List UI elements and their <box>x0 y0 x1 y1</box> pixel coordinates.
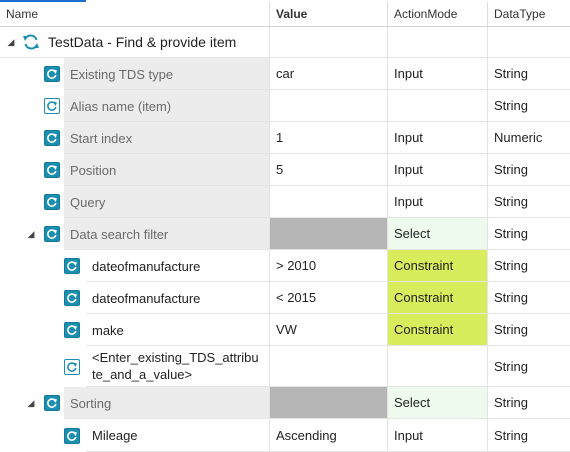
row-name-label: Start index <box>70 130 133 146</box>
row-datatype-cell[interactable]: String <box>488 154 570 186</box>
row-value-cell[interactable]: > 2010 <box>270 250 388 282</box>
row-actionmode-cell[interactable] <box>388 90 488 122</box>
row-actionmode-cell[interactable]: Constraint <box>388 282 488 314</box>
row-value-cell[interactable]: car <box>270 58 388 90</box>
row-datatype-cell[interactable]: String <box>488 419 570 452</box>
root-mode-cell[interactable] <box>388 27 488 58</box>
refresh-icon <box>44 162 60 178</box>
row-actionmode-cell[interactable]: Input <box>388 58 488 90</box>
column-header: Name Value ActionMode DataType <box>0 2 570 27</box>
tree-row[interactable]: Position 5 Input String <box>0 154 570 186</box>
row-actionmode-cell[interactable]: Input <box>388 419 488 452</box>
row-name-label: Sorting <box>70 395 112 411</box>
row-datatype-cell[interactable]: String <box>488 346 570 387</box>
row-name-label: Data search filter <box>70 226 169 242</box>
row-datatype-cell[interactable]: Numeric <box>488 122 570 154</box>
refresh-icon <box>64 358 80 375</box>
tree-row[interactable]: Query Input String <box>0 186 570 218</box>
row-name-label: make <box>92 322 124 338</box>
row-value-cell[interactable]: VW <box>270 314 388 346</box>
row-datatype-cell[interactable]: String <box>488 387 570 419</box>
header-datatype[interactable]: DataType <box>488 2 570 26</box>
row-name-label: Existing TDS type <box>70 66 174 82</box>
refresh-icon <box>44 194 60 210</box>
tree-row-root[interactable]: ◢ TestData - Find & provide item <box>0 27 570 58</box>
row-value-cell[interactable] <box>270 346 388 387</box>
refresh-icon <box>44 226 60 242</box>
row-actionmode-cell[interactable]: Select <box>388 218 488 250</box>
row-value-cell[interactable]: < 2015 <box>270 282 388 314</box>
row-value-cell[interactable]: Ascending <box>270 419 388 452</box>
row-actionmode-cell[interactable]: Constraint <box>388 314 488 346</box>
refresh-icon <box>23 34 39 50</box>
row-value-cell[interactable] <box>270 218 388 250</box>
row-value-cell[interactable] <box>270 387 388 419</box>
refresh-icon <box>44 395 60 411</box>
header-name[interactable]: Name <box>0 2 270 26</box>
tree-row[interactable]: ◢ Data search filter Select String <box>0 218 570 250</box>
row-name-label: dateofmanufacture <box>92 290 201 306</box>
row-name-line2: te_and_a_value> <box>92 367 193 382</box>
tree-row[interactable]: <Enter_existing_TDS_attribu te_and_a_valu… <box>0 346 570 387</box>
root-name-cell: ◢ TestData - Find & provide item <box>0 27 270 58</box>
row-datatype-cell[interactable]: String <box>488 314 570 346</box>
row-name-label: <Enter_existing_TDS_attribu te_and_a_valu… <box>92 346 259 387</box>
header-value[interactable]: Value <box>270 2 388 26</box>
tree-row[interactable]: Alias name (item) String <box>0 90 570 122</box>
row-name-label: Mileage <box>92 428 138 443</box>
refresh-icon <box>44 98 60 114</box>
collapse-arrow-icon[interactable]: ◢ <box>26 229 36 239</box>
row-datatype-cell[interactable]: String <box>488 282 570 314</box>
tree-row[interactable]: dateofmanufacture > 2010 Constraint String <box>0 250 570 282</box>
refresh-icon <box>44 66 60 82</box>
tree-row[interactable]: ◢ Sorting Select String <box>0 387 570 419</box>
row-value-cell[interactable]: 1 <box>270 122 388 154</box>
row-name-label: Alias name (item) <box>70 98 172 114</box>
header-actionmode[interactable]: ActionMode <box>388 2 488 26</box>
row-datatype-cell[interactable]: String <box>488 186 570 218</box>
row-actionmode-cell[interactable]: Input <box>388 186 488 218</box>
root-value-cell[interactable] <box>270 27 388 58</box>
refresh-icon <box>64 290 80 306</box>
row-name-label: Position <box>70 162 117 178</box>
row-datatype-cell[interactable]: String <box>488 218 570 250</box>
row-name-label: Query <box>70 194 106 210</box>
row-value-cell[interactable] <box>270 186 388 218</box>
refresh-icon <box>64 258 80 274</box>
refresh-icon <box>64 427 80 444</box>
collapse-arrow-icon[interactable]: ◢ <box>26 398 36 408</box>
row-actionmode-cell[interactable]: Input <box>388 154 488 186</box>
tree-row[interactable]: Existing TDS type car Input String <box>0 58 570 90</box>
tree-row[interactable]: Start index 1 Input Numeric <box>0 122 570 154</box>
row-name-line1: <Enter_existing_TDS_attribu <box>92 350 259 365</box>
row-actionmode-cell[interactable] <box>388 346 488 387</box>
row-actionmode-cell[interactable]: Constraint <box>388 250 488 282</box>
tree-row[interactable]: Mileage Ascending Input String <box>0 419 570 452</box>
row-actionmode-cell[interactable]: Select <box>388 387 488 419</box>
row-name-label: dateofmanufacture <box>92 258 201 274</box>
tree-row[interactable]: make VW Constraint String <box>0 314 570 346</box>
row-value-cell[interactable] <box>270 90 388 122</box>
refresh-icon <box>44 130 60 146</box>
collapse-arrow-icon[interactable]: ◢ <box>6 37 16 47</box>
root-label: TestData - Find & provide item <box>48 34 237 50</box>
row-value-cell[interactable]: 5 <box>270 154 388 186</box>
row-actionmode-cell[interactable]: Input <box>388 122 488 154</box>
refresh-icon <box>64 322 80 338</box>
row-datatype-cell[interactable]: String <box>488 90 570 122</box>
root-type-cell[interactable] <box>488 27 570 58</box>
tree-row[interactable]: dateofmanufacture < 2015 Constraint String <box>0 282 570 314</box>
row-datatype-cell[interactable]: String <box>488 250 570 282</box>
row-datatype-cell[interactable]: String <box>488 58 570 90</box>
